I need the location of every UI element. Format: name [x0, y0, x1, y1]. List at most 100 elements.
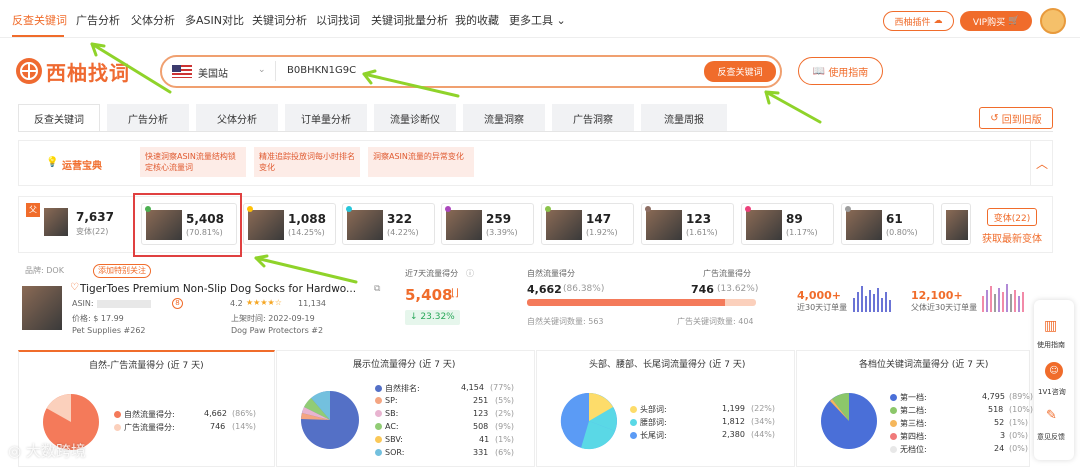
category-rank-2[interactable]: Dog Paw Protectors #2	[231, 326, 323, 335]
tab-reverse-keyword[interactable]: 反查关键词	[18, 104, 100, 132]
logo-icon	[16, 58, 42, 84]
ops-tip-3[interactable]: 洞察ASIN流量的异常变化	[368, 147, 474, 177]
product-thumb	[846, 210, 882, 240]
panel-tier: 各档位关键词流量得分 (近 7 天) 第一档: 4,795 (89%) 第二档:…	[796, 350, 1034, 467]
sidebar-consult[interactable]: 1V1咨询	[1038, 387, 1066, 397]
nav-item-parent-analysis[interactable]: 父体分析	[131, 12, 175, 28]
avatar[interactable]	[1040, 8, 1066, 34]
search-input[interactable]: B0BHKN1G9C	[287, 65, 356, 76]
legend-value: 123	[473, 409, 489, 418]
color-dot	[545, 206, 551, 212]
legend-pct: (89%)	[1009, 392, 1034, 401]
legend-row: 腰部词:	[630, 417, 667, 428]
variant-value: 123	[686, 212, 712, 226]
follow-button[interactable]: 添加特别关注	[93, 264, 151, 278]
back-old-version-button[interactable]: ↺ 回到旧版	[979, 107, 1053, 129]
asin-label: ASIN:	[72, 299, 94, 308]
variant-pct: (4.22%)	[387, 228, 419, 237]
tab-traffic-insight[interactable]: 流量洞察	[463, 104, 545, 132]
guide-icon[interactable]: ▥	[1044, 318, 1057, 334]
chat-icon[interactable]: ☺	[1045, 362, 1063, 380]
nav-item-word-to-word[interactable]: 以词找词	[316, 12, 360, 28]
legend-pct: (86%)	[232, 409, 257, 418]
ops-tip-1[interactable]: 快速洞察ASIN流量结构锁定核心流量词	[140, 147, 246, 177]
variant-pct: (1.92%)	[586, 228, 618, 237]
nav-item-more-tools[interactable]: 更多工具 ⌄	[509, 12, 566, 28]
parent-order-30d-label: 父体近30天订单量	[911, 303, 978, 312]
variant-card[interactable]: 322 (4.22%)	[342, 203, 435, 245]
legend-value: 1,812	[722, 417, 745, 426]
panel-title: 展示位流量得分 (近 7 天)	[353, 360, 456, 370]
product-info: 品牌: DOK 添加特别关注 ♡ TigerToes Premium Non-S…	[18, 262, 396, 342]
sidebar-guide[interactable]: 使用指南	[1037, 340, 1065, 350]
variant-card[interactable]: 147 (1.92%)	[541, 203, 634, 245]
variant-card[interactable]: 123 (1.61%)	[641, 203, 734, 245]
nav-item-favorites[interactable]: 我的收藏	[455, 12, 499, 28]
tabs-divider	[18, 131, 1053, 132]
sidebar-feedback[interactable]: 意见反馈	[1037, 432, 1065, 442]
nav-item-batch-keyword[interactable]: 关键词批量分析	[371, 12, 448, 28]
info-icon[interactable]: ⓘ	[466, 268, 474, 279]
copy-icon[interactable]: ⧉	[374, 284, 380, 294]
product-thumb	[746, 210, 782, 240]
nav-item-reverse-keyword[interactable]: 反查关键词	[12, 12, 67, 28]
nav-item-ad-analysis[interactable]: 广告分析	[76, 12, 120, 28]
color-dot	[445, 206, 451, 212]
color-dot	[247, 206, 253, 212]
variant-card[interactable]: 89 (1.17%)	[741, 203, 834, 245]
product-title[interactable]: TigerToes Premium Non-Slip Dog Socks for…	[80, 283, 356, 295]
legend-row: SB:	[375, 409, 398, 418]
tab-traffic-diagnosis[interactable]: 流量诊断仪	[374, 104, 456, 132]
reverse-search-button[interactable]: 反查关键词	[704, 61, 776, 82]
nav-item-keyword-analysis[interactable]: 关键词分析	[252, 12, 307, 28]
panel-head-waist-tail: 头部、腰部、长尾词流量得分 (近 7 天) 头部词: 1,199 (22%) 腰…	[536, 350, 795, 467]
legend-pct: (77%)	[490, 383, 515, 392]
parent-value: 7,637	[76, 210, 114, 224]
tab-ad-analysis[interactable]: 广告分析	[107, 104, 189, 132]
fetch-variants-link[interactable]: 获取最新变体	[982, 230, 1042, 245]
heart-icon[interactable]: ♡	[70, 282, 79, 293]
marketplace-select[interactable]: 美国站	[198, 65, 228, 80]
legend-pct: (0%)	[1009, 431, 1028, 440]
feedback-icon[interactable]: ✎	[1046, 408, 1057, 423]
tab-parent-analysis[interactable]: 父体分析	[196, 104, 278, 132]
variant-card[interactable]: 1,088 (14.25%)	[243, 203, 336, 245]
guide-button[interactable]: 📖 使用指南	[798, 57, 883, 85]
ops-tip-2[interactable]: 精准追踪投放词每小时排名变化	[254, 147, 360, 177]
legend-value: 4,154	[461, 383, 484, 392]
variant-card-partial[interactable]	[941, 203, 971, 245]
tab-ad-insight[interactable]: 广告洞察	[552, 104, 634, 132]
legend-pct: (2%)	[495, 409, 514, 418]
us-flag-icon	[172, 65, 192, 78]
legend-value: 4,662	[204, 409, 227, 418]
legend-row: 长尾词:	[630, 430, 667, 441]
chevron-down-icon[interactable]: ⌄	[258, 65, 266, 75]
legend-row: 第二档:	[890, 405, 927, 416]
legend-row: 自然排名:	[375, 383, 420, 394]
plugin-button[interactable]: 西柚插件 ☁	[883, 11, 954, 31]
variant-count-button[interactable]: 变体(22)	[987, 208, 1037, 226]
collapse-icon[interactable]: ︿	[1030, 140, 1053, 186]
nav-item-multi-asin[interactable]: 多ASIN对比	[185, 12, 244, 28]
variant-card[interactable]: 61 (0.80%)	[841, 203, 934, 245]
legend-pct: (10%)	[1009, 405, 1034, 414]
variant-value: 61	[886, 212, 903, 226]
color-dot	[645, 206, 651, 212]
variant-card[interactable]: 259 (3.39%)	[441, 203, 534, 245]
pie-chart	[821, 393, 877, 449]
price: 价格: $ 17.99	[72, 314, 124, 323]
ad-score-value: 746	[691, 283, 714, 296]
panel-title: 自然-广告流量得分 (近 7 天)	[89, 361, 204, 371]
search-bar: 美国站 ⌄ B0BHKN1G9C 反查关键词	[160, 55, 782, 88]
divider	[275, 61, 276, 81]
legend-row: 无档位:	[890, 444, 927, 455]
panel-title: 各档位关键词流量得分 (近 7 天)	[859, 360, 989, 370]
tab-order-analysis[interactable]: 订单量分析	[285, 104, 367, 132]
parent-order-30d-value: 12,100+	[911, 289, 963, 302]
ranking-icon[interactable]: 8	[172, 298, 183, 309]
natural-fill	[527, 299, 725, 306]
vip-button[interactable]: VIP购买 🛒	[960, 11, 1032, 31]
tab-traffic-weekly[interactable]: 流量周报	[641, 104, 727, 132]
legend-value: 251	[473, 396, 489, 405]
category-rank-1[interactable]: Pet Supplies #262	[72, 326, 146, 335]
